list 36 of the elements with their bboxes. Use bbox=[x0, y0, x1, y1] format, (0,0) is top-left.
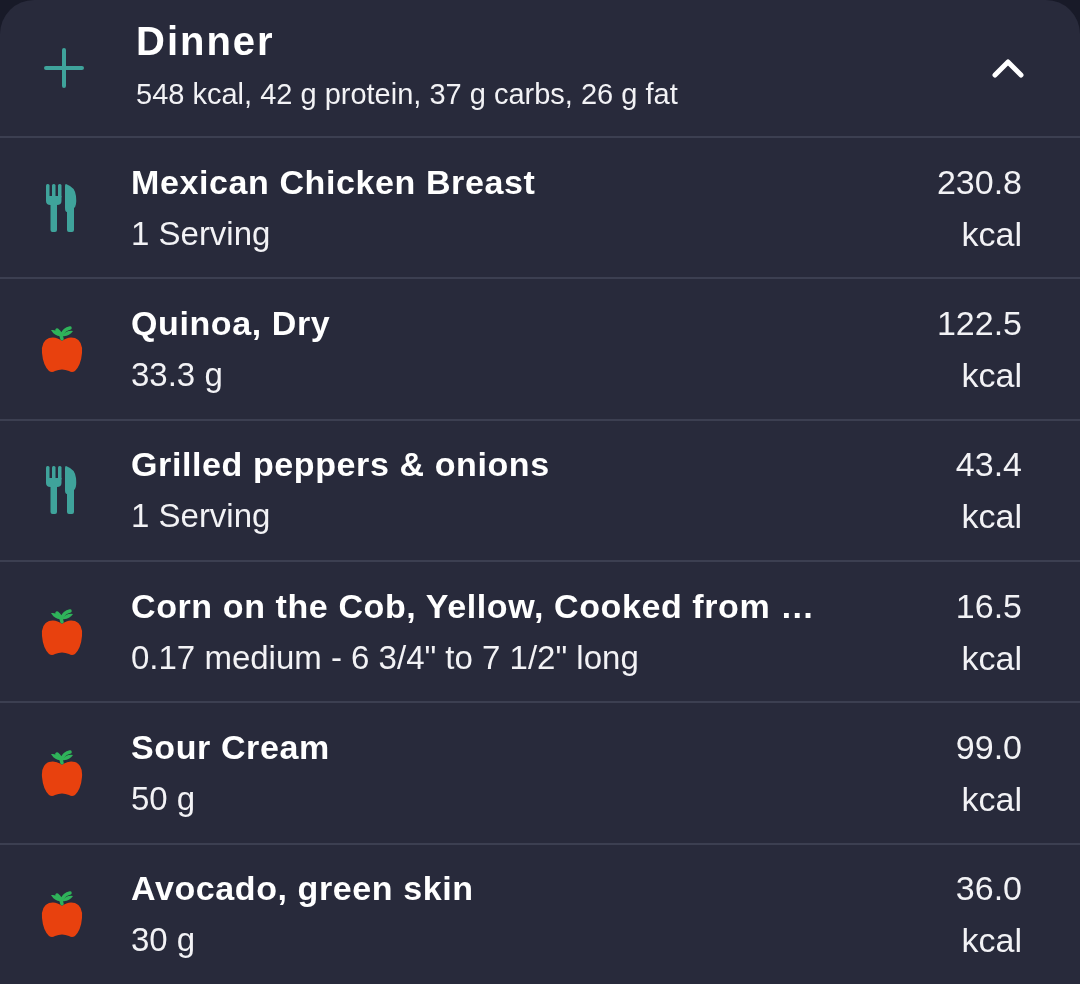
calorie-unit: kcal bbox=[961, 355, 1022, 395]
fork-knife-icon bbox=[46, 183, 78, 232]
calorie-value: 16.5 bbox=[955, 585, 1022, 626]
calorie-value: 230.8 bbox=[936, 161, 1022, 202]
calorie-unit: kcal bbox=[961, 637, 1022, 678]
calorie-value: 36.0 bbox=[955, 868, 1022, 909]
apple-icon bbox=[41, 607, 83, 656]
calorie-value: 122.5 bbox=[936, 303, 1022, 343]
apple-icon bbox=[41, 325, 83, 373]
food-name: Quinoa, Dry bbox=[131, 303, 332, 343]
collapse-toggle-button[interactable] bbox=[992, 58, 1024, 78]
food-amount: 1 Serving bbox=[131, 213, 272, 254]
food-name: Corn on the Cob, Yellow, Cooked from … bbox=[131, 585, 816, 626]
calorie-unit: kcal bbox=[961, 920, 1022, 961]
food-amount: 0.17 medium - 6 3/4" to 7 1/2" long bbox=[131, 637, 640, 678]
fork-knife-icon bbox=[46, 466, 78, 515]
food-name: Avocado, green skin bbox=[131, 868, 475, 909]
food-amount: 1 Serving bbox=[131, 496, 272, 537]
apple-icon bbox=[41, 748, 83, 797]
plus-icon bbox=[44, 48, 84, 88]
food-amount: 50 g bbox=[131, 778, 197, 819]
calorie-unit: kcal bbox=[961, 213, 1022, 254]
food-name: Sour Cream bbox=[131, 726, 331, 767]
calorie-unit: kcal bbox=[961, 778, 1022, 819]
meal-summary: 548 kcal, 42 g protein, 37 g carbs, 26 g fat bbox=[136, 77, 679, 111]
apple-icon bbox=[41, 890, 83, 939]
food-name: Grilled peppers & onions bbox=[131, 444, 551, 485]
meal-title: Dinner bbox=[136, 19, 276, 63]
add-food-button[interactable] bbox=[44, 48, 84, 88]
calorie-value: 43.4 bbox=[955, 444, 1022, 485]
calorie-unit: kcal bbox=[961, 496, 1022, 537]
food-amount: 33.3 g bbox=[131, 355, 224, 395]
chevron-up-icon bbox=[992, 58, 1024, 78]
food-amount: 30 g bbox=[131, 920, 197, 961]
calorie-value: 99.0 bbox=[955, 726, 1022, 767]
food-name: Mexican Chicken Breast bbox=[131, 161, 537, 202]
